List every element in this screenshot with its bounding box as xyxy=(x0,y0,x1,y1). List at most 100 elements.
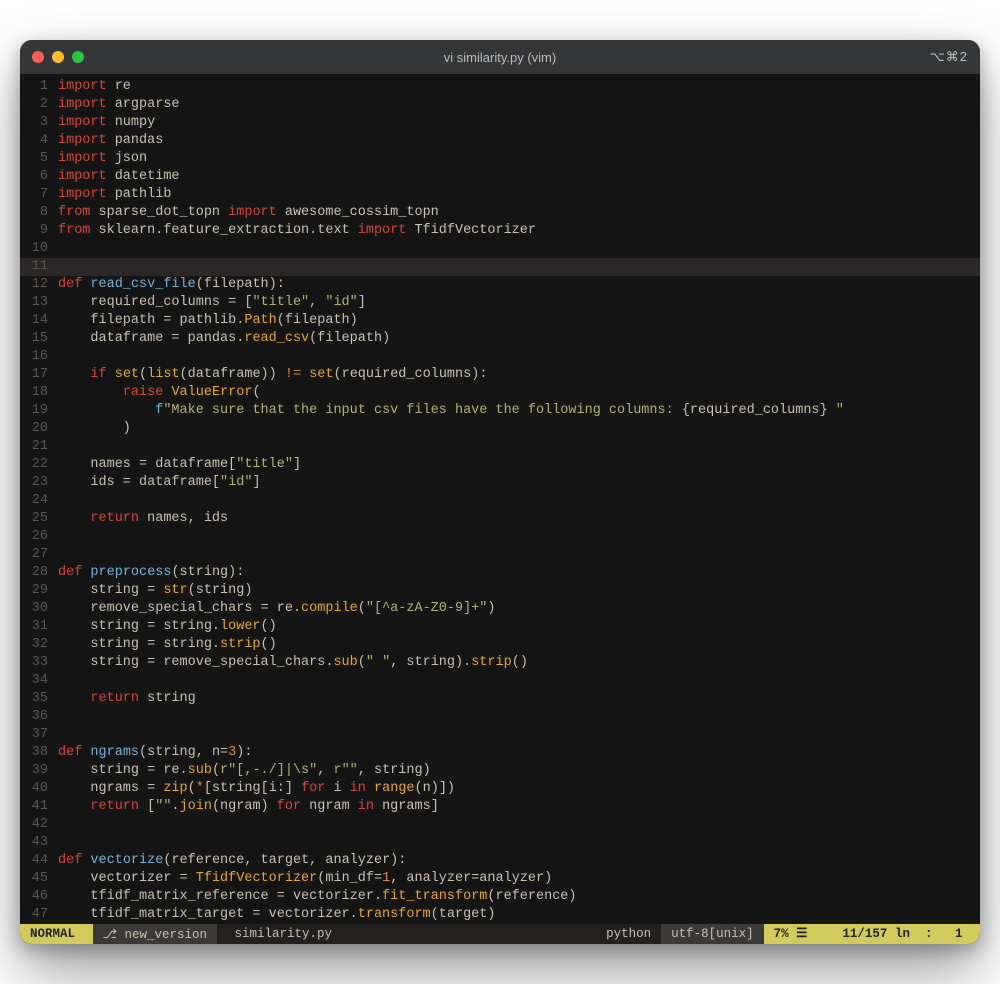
code-text: def preprocess(string): xyxy=(58,564,970,582)
line-number: 33 xyxy=(20,654,58,672)
code-line[interactable]: 43 xyxy=(20,834,980,852)
code-text xyxy=(58,708,970,726)
line-number: 13 xyxy=(20,294,58,312)
window-controls xyxy=(32,51,84,63)
code-line[interactable]: 20 ) xyxy=(20,420,980,438)
code-line[interactable]: 38def ngrams(string, n=3): xyxy=(20,744,980,762)
code-text: ) xyxy=(58,420,970,438)
code-line[interactable]: 25 return names, ids xyxy=(20,510,980,528)
code-text: return ["".join(ngram) for ngram in ngra… xyxy=(58,798,970,816)
line-number: 32 xyxy=(20,636,58,654)
line-number: 37 xyxy=(20,726,58,744)
code-line[interactable]: 24 xyxy=(20,492,980,510)
line-number: 27 xyxy=(20,546,58,564)
line-number: 20 xyxy=(20,420,58,438)
code-line[interactable]: 33 string = remove_special_chars.sub(" "… xyxy=(20,654,980,672)
line-number: 10 xyxy=(20,240,58,258)
code-line[interactable]: 46 tfidf_matrix_reference = vectorizer.f… xyxy=(20,888,980,906)
line-number: 5 xyxy=(20,150,58,168)
line-number: 8 xyxy=(20,204,58,222)
code-text xyxy=(58,726,970,744)
line-number: 41 xyxy=(20,798,58,816)
code-line[interactable]: 7import pathlib xyxy=(20,186,980,204)
line-number: 45 xyxy=(20,870,58,888)
code-text: string = string.strip() xyxy=(58,636,970,654)
code-line[interactable]: 47 tfidf_matrix_target = vectorizer.tran… xyxy=(20,906,980,924)
zoom-icon[interactable] xyxy=(72,51,84,63)
code-text: tfidf_matrix_target = vectorizer.transfo… xyxy=(58,906,970,924)
code-line[interactable]: 12def read_csv_file(filepath): xyxy=(20,276,980,294)
code-line[interactable]: 42 xyxy=(20,816,980,834)
line-number: 25 xyxy=(20,510,58,528)
line-number: 23 xyxy=(20,474,58,492)
code-line[interactable]: 16 xyxy=(20,348,980,366)
code-line[interactable]: 31 string = string.lower() xyxy=(20,618,980,636)
code-text xyxy=(58,258,970,276)
code-text: tfidf_matrix_reference = vectorizer.fit_… xyxy=(58,888,970,906)
minimize-icon[interactable] xyxy=(52,51,64,63)
code-line[interactable]: 5import json xyxy=(20,150,980,168)
line-number: 2 xyxy=(20,96,58,114)
code-line[interactable]: 36 xyxy=(20,708,980,726)
code-text: filepath = pathlib.Path(filepath) xyxy=(58,312,970,330)
code-line[interactable]: 28def preprocess(string): xyxy=(20,564,980,582)
code-text: ngrams = zip(*[string[i:] for i in range… xyxy=(58,780,970,798)
code-line[interactable]: 14 filepath = pathlib.Path(filepath) xyxy=(20,312,980,330)
code-line[interactable]: 2import argparse xyxy=(20,96,980,114)
code-line[interactable]: 21 xyxy=(20,438,980,456)
code-text xyxy=(58,816,970,834)
code-line[interactable]: 9from sklearn.feature_extraction.text im… xyxy=(20,222,980,240)
line-number: 42 xyxy=(20,816,58,834)
line-number: 26 xyxy=(20,528,58,546)
code-line[interactable]: 30 remove_special_chars = re.compile("[^… xyxy=(20,600,980,618)
statusbar: NORMAL ⎇ new_version similarity.py pytho… xyxy=(20,924,980,944)
code-line[interactable]: 41 return ["".join(ngram) for ngram in n… xyxy=(20,798,980,816)
code-line[interactable]: 27 xyxy=(20,546,980,564)
code-line[interactable]: 45 vectorizer = TfidfVectorizer(min_df=1… xyxy=(20,870,980,888)
code-line[interactable]: 19 f"Make sure that the input csv files … xyxy=(20,402,980,420)
close-icon[interactable] xyxy=(32,51,44,63)
code-line[interactable]: 23 ids = dataframe["id"] xyxy=(20,474,980,492)
code-line[interactable]: 39 string = re.sub(r"[,-./]|\s", r"", st… xyxy=(20,762,980,780)
code-line[interactable]: 13 required_columns = ["title", "id"] xyxy=(20,294,980,312)
line-number: 17 xyxy=(20,366,58,384)
code-line[interactable]: 11 xyxy=(20,258,980,276)
code-line[interactable]: 18 raise ValueError( xyxy=(20,384,980,402)
code-line[interactable]: 40 ngrams = zip(*[string[i:] for i in ra… xyxy=(20,780,980,798)
code-line[interactable]: 32 string = string.strip() xyxy=(20,636,980,654)
code-line[interactable]: 8from sparse_dot_topn import awesome_cos… xyxy=(20,204,980,222)
code-line[interactable]: 4import pandas xyxy=(20,132,980,150)
code-line[interactable]: 1import re xyxy=(20,78,980,96)
status-branch: ⎇ new_version xyxy=(93,924,217,944)
status-encoding: utf-8[unix] xyxy=(661,924,764,944)
code-line[interactable]: 26 xyxy=(20,528,980,546)
code-text xyxy=(58,492,970,510)
code-text: required_columns = ["title", "id"] xyxy=(58,294,970,312)
code-line[interactable]: 15 dataframe = pandas.read_csv(filepath) xyxy=(20,330,980,348)
line-number: 12 xyxy=(20,276,58,294)
code-text: import re xyxy=(58,78,970,96)
code-line[interactable]: 10 xyxy=(20,240,980,258)
code-text: return names, ids xyxy=(58,510,970,528)
code-line[interactable]: 6import datetime xyxy=(20,168,980,186)
line-number: 3 xyxy=(20,114,58,132)
editor-viewport[interactable]: 1import re2import argparse3import numpy4… xyxy=(20,74,980,924)
line-number: 11 xyxy=(20,258,58,276)
titlebar: vi similarity.py (vim) ⌥⌘2 xyxy=(20,40,980,74)
line-number: 1 xyxy=(20,78,58,96)
code-line[interactable]: 29 string = str(string) xyxy=(20,582,980,600)
code-line[interactable]: 3import numpy xyxy=(20,114,980,132)
line-number: 28 xyxy=(20,564,58,582)
line-number: 29 xyxy=(20,582,58,600)
code-line[interactable]: 44def vectorize(reference, target, analy… xyxy=(20,852,980,870)
line-number: 43 xyxy=(20,834,58,852)
code-line[interactable]: 34 xyxy=(20,672,980,690)
code-line[interactable]: 17 if set(list(dataframe)) != set(requir… xyxy=(20,366,980,384)
code-text: import json xyxy=(58,150,970,168)
code-text: import argparse xyxy=(58,96,970,114)
code-line[interactable]: 37 xyxy=(20,726,980,744)
code-line[interactable]: 22 names = dataframe["title"] xyxy=(20,456,980,474)
line-number: 38 xyxy=(20,744,58,762)
code-line[interactable]: 35 return string xyxy=(20,690,980,708)
code-text: vectorizer = TfidfVectorizer(min_df=1, a… xyxy=(58,870,970,888)
